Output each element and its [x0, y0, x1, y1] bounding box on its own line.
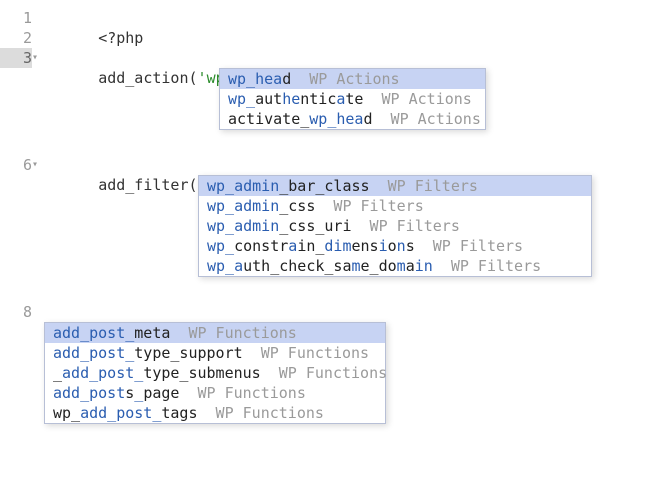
autocomplete-item[interactable]: wp_head WP Actions	[220, 69, 485, 89]
autocomplete-category: WP Filters	[433, 257, 541, 275]
autocomplete-category: WP Filters	[315, 197, 423, 215]
autocomplete-category: WP Filters	[415, 237, 523, 255]
autocomplete-category: WP Actions	[373, 110, 481, 128]
fn-add-filter: add_filter	[98, 176, 188, 194]
autocomplete-category: WP Actions	[363, 90, 471, 108]
autocomplete-category: WP Functions	[198, 404, 324, 422]
autocomplete-category: WP Functions	[261, 364, 387, 382]
autocomplete-item[interactable]: add_post_type_support WP Functions	[45, 343, 385, 363]
autocomplete-item[interactable]: wp_admin_css_uri WP Filters	[199, 216, 591, 236]
autocomplete-popup-filters[interactable]: wp_admin_bar_class WP Filterswp_admin_cs…	[198, 175, 592, 277]
fn-add-action: add_action	[98, 69, 188, 87]
autocomplete-category: WP Functions	[243, 344, 369, 362]
line-number[interactable]: 8	[0, 302, 32, 322]
line-number[interactable]: 1	[0, 8, 32, 28]
autocomplete-item[interactable]: wp_admin_css WP Filters	[199, 196, 591, 216]
string-quote: '	[198, 69, 207, 87]
code-line-1[interactable]: <?php	[44, 8, 143, 28]
code-line-8[interactable]: add_post_	[44, 302, 179, 322]
autocomplete-category: WP Filters	[370, 177, 478, 195]
gutter: 123▾6▾8	[0, 0, 38, 500]
fold-marker-icon[interactable]: ▾	[30, 48, 40, 68]
autocomplete-category: WP Functions	[179, 384, 305, 402]
line-number[interactable]: 6	[0, 155, 32, 175]
paren-open: (	[189, 69, 198, 87]
autocomplete-item[interactable]: wp_constrain_dimensions WP Filters	[199, 236, 591, 256]
autocomplete-item[interactable]: wp_add_post_tags WP Functions	[45, 403, 385, 423]
code-editor: 123▾6▾8 <?php add_action('wp_hea add_fil…	[0, 0, 665, 500]
line-number[interactable]: 3	[0, 48, 32, 68]
autocomplete-category: WP Functions	[170, 324, 296, 342]
autocomplete-item[interactable]: add_post_meta WP Functions	[45, 323, 385, 343]
line-number[interactable]: 2	[0, 28, 32, 48]
autocomplete-item[interactable]: _add_post_type_submenus WP Functions	[45, 363, 385, 383]
autocomplete-popup-actions[interactable]: wp_head WP Actionswp_authenticate WP Act…	[219, 68, 486, 130]
fold-marker-icon[interactable]: ▾	[30, 155, 40, 175]
autocomplete-item[interactable]: activate_wp_head WP Actions	[220, 109, 485, 129]
code-line-3[interactable]: add_action('wp_hea	[44, 48, 261, 68]
code-area[interactable]: <?php add_action('wp_hea add_filter('wp_…	[44, 0, 665, 500]
paren-open: (	[189, 176, 198, 194]
autocomplete-item[interactable]: wp_authenticate WP Actions	[220, 89, 485, 109]
autocomplete-category: WP Actions	[291, 70, 399, 88]
autocomplete-item[interactable]: add_posts_page WP Functions	[45, 383, 385, 403]
autocomplete-item[interactable]: wp_auth_check_same_domain WP Filters	[199, 256, 591, 276]
autocomplete-popup-functions[interactable]: add_post_meta WP Functionsadd_post_type_…	[44, 322, 386, 424]
autocomplete-item[interactable]: wp_admin_bar_class WP Filters	[199, 176, 591, 196]
code-line-6[interactable]: add_filter('wp_admin	[44, 155, 279, 175]
php-open-tag: <?php	[98, 29, 143, 47]
autocomplete-category: WP Filters	[352, 217, 460, 235]
